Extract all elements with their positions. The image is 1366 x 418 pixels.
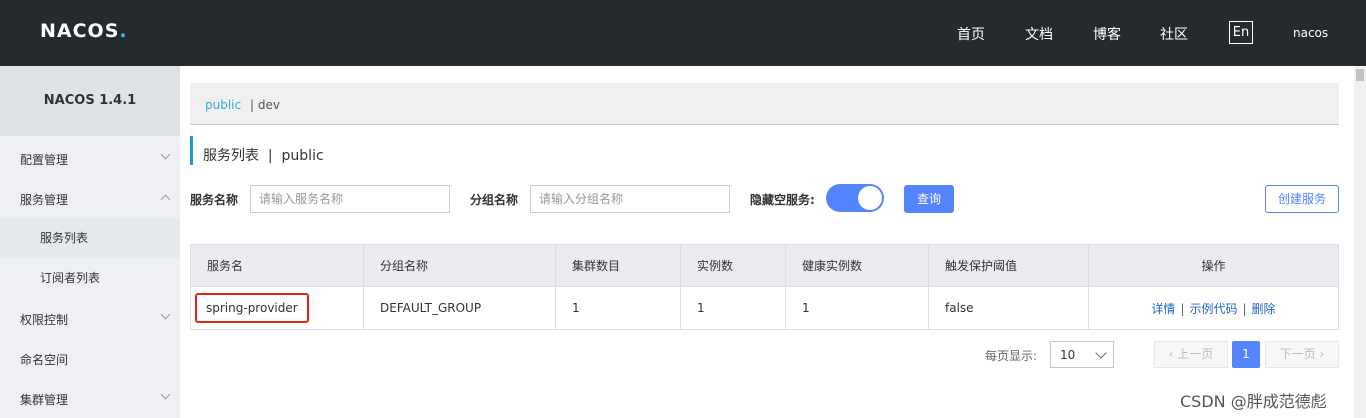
cell-group: DEFAULT_GROUP — [363, 286, 556, 330]
page-title: 服务列表 | public — [203, 148, 324, 164]
cell-actions: 详情 | 示例代码 | 删除 — [1088, 286, 1339, 330]
next-page-button[interactable]: 下一页 › — [1265, 341, 1339, 368]
service-name-highlight: spring-provider — [195, 293, 309, 323]
prev-page-button[interactable]: ‹ 上一页 — [1154, 341, 1228, 368]
col-instance-count[interactable]: 实例数 — [680, 244, 786, 287]
namespace-dev[interactable]: | dev — [250, 98, 280, 112]
col-cluster-count[interactable]: 集群数目 — [555, 244, 681, 287]
delete-link[interactable]: 删除 — [1252, 302, 1276, 316]
service-name-input[interactable] — [250, 185, 450, 213]
sidebar-item-config[interactable]: 配置管理 — [20, 151, 68, 168]
col-group-name[interactable]: 分组名称 — [363, 244, 556, 287]
service-name-label: 服务名称 — [190, 193, 239, 207]
page-size-label: 每页显示: — [985, 349, 1038, 363]
sidebar-item-namespace[interactable]: 命名空间 — [20, 351, 68, 368]
group-name-label: 分组名称 — [470, 193, 519, 207]
hide-empty-label: 隐藏空服务: — [750, 193, 815, 207]
watermark: CSDN @胖成范德彪 — [1180, 392, 1327, 411]
cell-service: spring-provider — [190, 286, 364, 330]
sample-code-link[interactable]: 示例代码 — [1189, 302, 1237, 316]
sidebar-item-cluster[interactable]: 集群管理 — [20, 391, 68, 408]
table-row: spring-provider DEFAULT_GROUP 1 1 1 fals… — [190, 286, 1339, 330]
query-button[interactable]: 查询 — [904, 185, 954, 213]
nav-blog[interactable]: 博客 — [1093, 24, 1121, 44]
cell-clusters: 1 — [555, 286, 681, 330]
page-size-select[interactable]: 10 — [1050, 341, 1114, 368]
title-accent — [190, 136, 193, 165]
scrollbar-thumb[interactable] — [1356, 69, 1364, 81]
sidebar-item-subscriber-list[interactable]: 订阅者列表 — [0, 258, 180, 298]
col-service-name[interactable]: 服务名 — [190, 244, 364, 287]
user-name[interactable]: nacos — [1293, 26, 1328, 40]
current-page-button[interactable]: 1 — [1232, 341, 1260, 368]
scrollbar-track[interactable] — [1354, 66, 1366, 418]
chevron-down-icon — [1095, 347, 1107, 359]
service-table: 服务名 分组名称 集群数目 实例数 健康实例数 触发保护阈值 操作 spring… — [190, 244, 1339, 330]
detail-link[interactable]: 详情 — [1151, 302, 1175, 316]
col-threshold[interactable]: 触发保护阈值 — [928, 244, 1089, 287]
action-separator: | — [1180, 301, 1185, 316]
col-healthy-count[interactable]: 健康实例数 — [785, 244, 929, 287]
language-switch[interactable]: En — [1229, 21, 1253, 44]
table-header-row: 服务名 分组名称 集群数目 实例数 健康实例数 触发保护阈值 操作 — [190, 244, 1339, 287]
hide-empty-toggle[interactable] — [826, 184, 884, 212]
nav-home[interactable]: 首页 — [957, 24, 985, 44]
nacos-logo[interactable]: NACOS. — [40, 20, 128, 42]
cell-healthy: 1 — [785, 286, 929, 330]
top-navbar: NACOS. 首页 文档 博客 社区 En nacos — [0, 0, 1366, 66]
group-name-input[interactable] — [530, 185, 730, 213]
col-actions: 操作 — [1088, 244, 1339, 287]
toggle-knob — [858, 186, 882, 210]
action-separator: | — [1242, 301, 1247, 316]
namespace-bar: public | dev — [190, 83, 1339, 125]
nav-docs[interactable]: 文档 — [1025, 24, 1053, 44]
page-size-value: 10 — [1060, 348, 1076, 362]
version-label: NACOS 1.4.1 — [0, 66, 180, 136]
create-service-button[interactable]: 创建服务 — [1265, 185, 1339, 213]
sidebar-item-auth[interactable]: 权限控制 — [20, 311, 68, 328]
sidebar-item-service-management[interactable]: 服务管理 — [20, 191, 68, 208]
nav-community[interactable]: 社区 — [1160, 24, 1188, 44]
cell-instances: 1 — [680, 286, 786, 330]
namespace-public[interactable]: public — [205, 98, 241, 112]
sidebar-item-service-list[interactable]: 服务列表 — [0, 218, 180, 258]
cell-threshold: false — [928, 286, 1089, 330]
